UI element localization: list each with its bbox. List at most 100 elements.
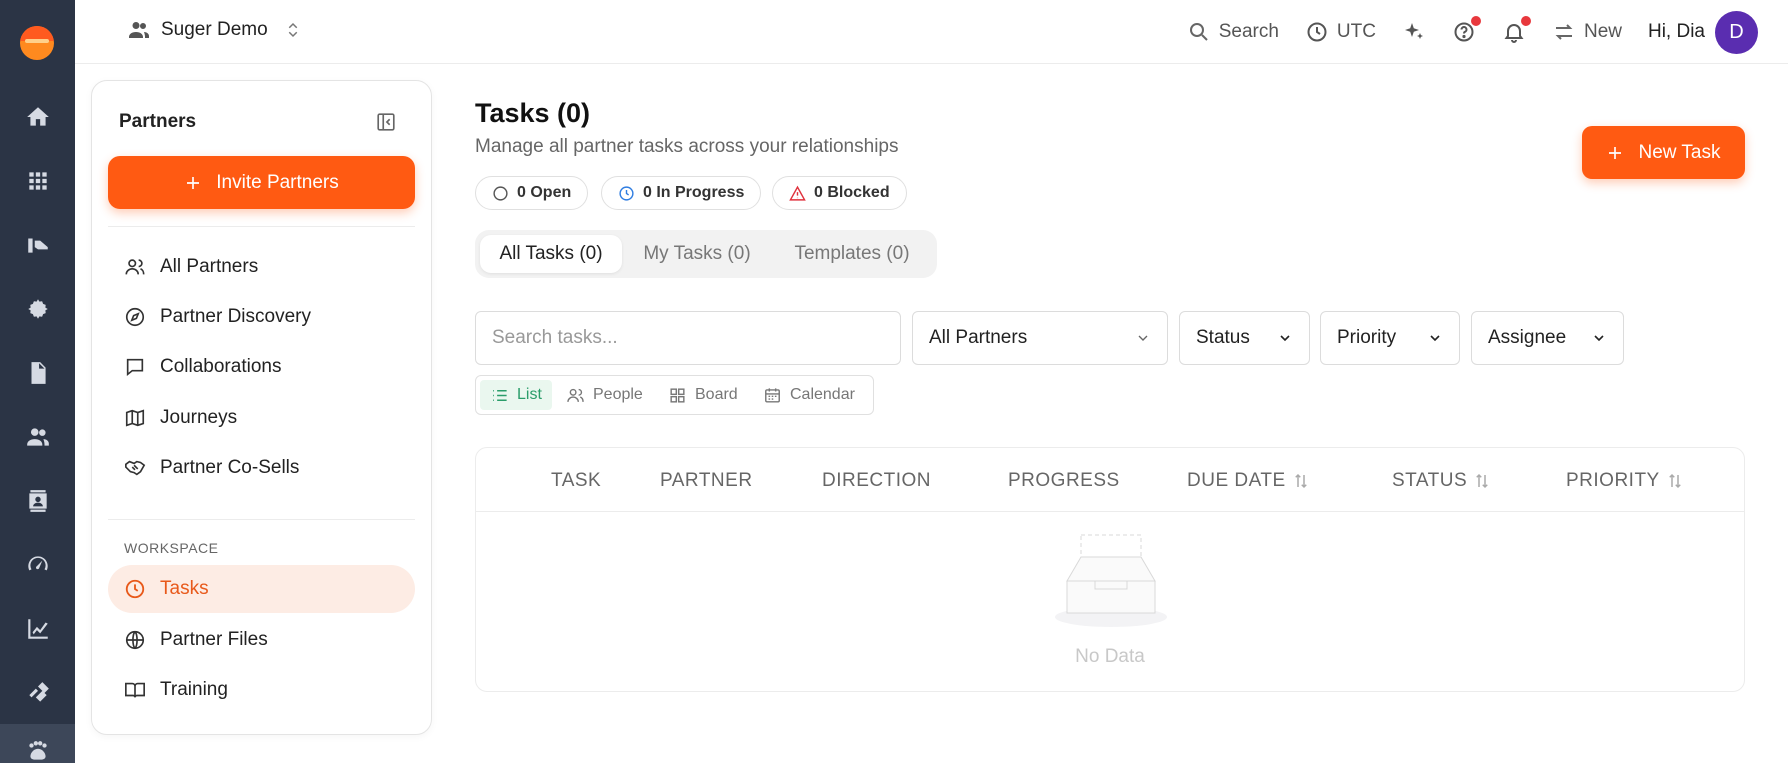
view-board[interactable]: Board — [658, 380, 748, 410]
globe-icon — [125, 630, 145, 650]
column-header-task[interactable]: TASK — [551, 470, 601, 492]
partner-filter-select[interactable]: All Partners — [912, 311, 1168, 365]
org-switcher[interactable]: Suger Demo — [127, 18, 302, 42]
column-header-status[interactable]: STATUS — [1392, 470, 1491, 492]
nav-label: Collaborations — [160, 356, 282, 377]
nav-label: Partner Discovery — [160, 306, 311, 327]
integration-icon[interactable] — [0, 665, 75, 721]
nav-item-partner-co-sells[interactable]: Partner Co-Sells — [108, 444, 415, 492]
nav-item-journeys[interactable]: Journeys — [108, 394, 415, 442]
nav-item-partner-discovery[interactable]: Partner Discovery — [108, 293, 415, 341]
greeting: Hi, Dia — [1647, 21, 1705, 42]
notification-dot — [1520, 16, 1531, 26]
view-label: People — [593, 386, 643, 403]
nav-item-collaborations[interactable]: Collaborations — [108, 343, 415, 391]
chevron-down-icon — [1138, 335, 1148, 341]
priority-filter-select[interactable]: Priority — [1320, 311, 1460, 365]
notifications-button[interactable] — [1502, 16, 1531, 44]
apps-grid-icon[interactable] — [0, 153, 75, 209]
column-header-direction[interactable]: DIRECTION — [822, 470, 931, 492]
page-subtitle: Manage all partner tasks across your rel… — [475, 136, 899, 157]
calendar-icon — [765, 387, 780, 403]
workspace-section-label: WORKSPACE — [124, 540, 219, 556]
view-label: List — [517, 386, 542, 403]
clock-icon — [1307, 22, 1327, 42]
nav-item-tasks[interactable]: Tasks — [108, 565, 415, 613]
status-pill-blocked[interactable]: 0 Blocked — [772, 176, 907, 210]
settings-gear-icon[interactable] — [0, 281, 75, 337]
view-people[interactable]: People — [556, 380, 653, 410]
speedometer-icon[interactable] — [0, 537, 75, 593]
status-filter-select[interactable]: Status — [1179, 311, 1310, 365]
sort-icon[interactable] — [1292, 472, 1310, 490]
sort-icon[interactable] — [1666, 472, 1684, 490]
timezone-button[interactable]: UTC — [1305, 20, 1376, 44]
new-label: New — [1583, 21, 1622, 42]
help-notification-dot — [1470, 16, 1481, 26]
task-tabs: All Tasks (0) My Tasks (0) Templates (0) — [475, 230, 937, 278]
tasks-table: TASK PARTNER DIRECTION PROGRESS DUE DATE… — [475, 447, 1745, 692]
view-calendar[interactable]: Calendar — [753, 380, 865, 410]
org-name: Suger Demo — [161, 19, 268, 40]
divider — [108, 226, 415, 227]
book-icon — [125, 682, 145, 698]
view-switcher: List People Board Calendar — [475, 375, 874, 415]
column-header-progress[interactable]: PROGRESS — [1008, 470, 1120, 492]
handshake-icon — [125, 460, 146, 476]
nav-item-partner-files[interactable]: Partner Files — [108, 616, 415, 664]
nav-item-training[interactable]: Training — [108, 666, 415, 714]
new-button[interactable]: New — [1552, 20, 1622, 44]
tab-all-tasks[interactable]: All Tasks (0) — [480, 235, 622, 273]
list-icon — [493, 389, 507, 401]
clock-icon — [619, 185, 634, 201]
tab-templates[interactable]: Templates (0) — [772, 235, 932, 273]
priority-filter-value: Priority — [1337, 327, 1397, 348]
view-label: Board — [695, 386, 738, 403]
status-pill-open[interactable]: 0 Open — [475, 176, 589, 210]
sort-icon[interactable] — [1473, 472, 1491, 490]
panel-title: Partners — [119, 111, 197, 132]
status-pill-in-progress[interactable]: 0 In Progress — [601, 176, 762, 210]
people-icon[interactable] — [0, 409, 75, 465]
hand-coin-icon[interactable] — [0, 217, 75, 273]
left-rail — [0, 0, 75, 763]
chevron-up-down-icon — [288, 22, 297, 38]
search-label: Search — [1218, 21, 1279, 42]
new-task-button[interactable]: New Task — [1582, 126, 1745, 179]
nav-label: Journeys — [160, 407, 238, 428]
document-icon[interactable] — [0, 345, 75, 401]
analytics-chart-icon[interactable] — [0, 601, 75, 657]
nav-label: Partner Co-Sells — [160, 457, 300, 478]
invite-partners-button[interactable]: Invite Partners — [108, 156, 415, 209]
avatar[interactable]: D — [1715, 10, 1758, 54]
new-task-label: New Task — [1638, 141, 1721, 163]
ai-sparkle-button[interactable] — [1402, 20, 1426, 44]
view-label: Calendar — [790, 386, 855, 403]
search-tasks-input[interactable] — [475, 311, 901, 365]
status-pill-label: 0 Open — [517, 184, 572, 201]
open-circle-icon — [493, 185, 508, 201]
chevron-down-icon — [1430, 335, 1440, 342]
nav-item-all-partners[interactable]: All Partners — [108, 243, 415, 291]
assignee-filter-select[interactable]: Assignee — [1471, 311, 1624, 365]
status-pill-label: 0 In Progress — [643, 184, 745, 201]
app-logo[interactable] — [20, 26, 54, 60]
view-list[interactable]: List — [480, 380, 552, 410]
chevron-down-icon — [1594, 335, 1604, 342]
home-icon[interactable] — [0, 89, 75, 145]
collapse-sidebar-icon[interactable] — [375, 111, 397, 133]
nav-label: Tasks — [160, 578, 209, 599]
board-grid-icon — [670, 387, 685, 403]
column-header-due-date[interactable]: DUE DATE — [1187, 470, 1310, 492]
help-button[interactable] — [1452, 16, 1481, 44]
nav-label: Training — [160, 679, 228, 700]
search-button[interactable]: Search — [1187, 20, 1279, 44]
warning-triangle-icon — [789, 185, 806, 201]
column-header-priority[interactable]: PRIORITY — [1566, 470, 1684, 492]
partners-paw-icon[interactable] — [0, 724, 75, 763]
column-header-partner[interactable]: PARTNER — [660, 470, 753, 492]
sparkle-icon — [1404, 23, 1423, 39]
tab-my-tasks[interactable]: My Tasks (0) — [627, 235, 767, 273]
contact-card-icon[interactable] — [0, 473, 75, 529]
plus-icon — [187, 176, 200, 189]
